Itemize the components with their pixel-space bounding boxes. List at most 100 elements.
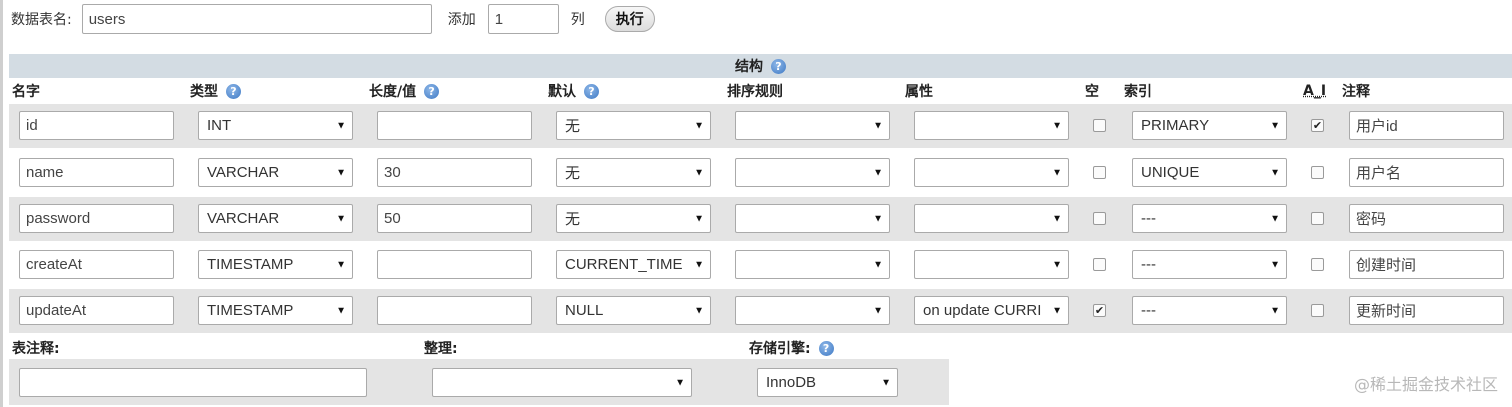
row-index-select[interactable]: UNIQUE ▼ [1132, 158, 1287, 187]
row-default-value: NULL [565, 302, 604, 319]
row-comment-input[interactable]: 用户id [1349, 111, 1504, 140]
row-comment-input[interactable]: 更新时间 [1349, 296, 1504, 325]
row-comment-input[interactable]: 密码 [1349, 204, 1504, 233]
row-index-select[interactable]: --- ▼ [1132, 296, 1287, 325]
row-comment-input[interactable]: 用户名 [1349, 158, 1504, 187]
row-type-value: INT [207, 117, 232, 134]
row-length-input[interactable]: 30 [377, 158, 532, 187]
row-length-input[interactable]: 50 [377, 204, 532, 233]
row-name-input[interactable]: password [19, 204, 174, 233]
chevron-down-icon: ▼ [336, 167, 346, 178]
row-default-select[interactable]: 无 ▼ [556, 204, 711, 233]
chevron-down-icon: ▼ [1052, 167, 1062, 178]
row-length-input[interactable] [377, 250, 532, 279]
row-default-cell: 无 ▼ [556, 204, 711, 233]
row-attributes-select[interactable]: ▼ [914, 204, 1069, 233]
row-default-select[interactable]: 无 ▼ [556, 111, 711, 140]
chevron-down-icon: ▼ [873, 120, 883, 131]
row-ai-checkbox[interactable]: ✔ [1311, 119, 1324, 132]
row-collation-select[interactable]: ▼ [735, 111, 890, 140]
row-ai-checkbox[interactable] [1311, 212, 1324, 225]
row-index-cell: UNIQUE ▼ [1132, 158, 1287, 187]
chevron-down-icon: ▼ [336, 213, 346, 224]
row-ai-checkbox[interactable] [1311, 166, 1324, 179]
row-name-cell: name [19, 158, 174, 187]
row-collation-select[interactable]: ▼ [735, 204, 890, 233]
help-icon[interactable]: ? [818, 340, 834, 356]
row-default-cell: 无 ▼ [556, 111, 711, 140]
storage-engine-header: 存储引擎: ? [749, 338, 834, 358]
chevron-down-icon: ▼ [336, 259, 346, 270]
row-collation-cell: ▼ [735, 204, 890, 233]
column-header-attributes: 属性 [905, 80, 933, 102]
row-collation-cell: ▼ [735, 250, 890, 279]
row-attributes-select[interactable]: ▼ [914, 250, 1069, 279]
row-attributes-value: on update CURRI [923, 302, 1042, 319]
row-collation-select[interactable]: ▼ [735, 158, 890, 187]
row-attributes-select[interactable]: on update CURRI ▼ [914, 296, 1069, 325]
chevron-down-icon: ▼ [1270, 259, 1280, 270]
help-icon[interactable]: ? [424, 83, 440, 99]
structure-title: 结构 [735, 59, 763, 75]
row-null-checkbox[interactable] [1093, 119, 1106, 132]
row-default-select[interactable]: 无 ▼ [556, 158, 711, 187]
row-index-select[interactable]: PRIMARY ▼ [1132, 111, 1287, 140]
row-comment-input[interactable]: 创建时间 [1349, 250, 1504, 279]
chevron-down-icon: ▼ [1052, 259, 1062, 270]
add-columns-count-input[interactable]: 1 [487, 4, 559, 34]
row-index-cell: PRIMARY ▼ [1132, 111, 1287, 140]
row-length-cell: 50 [377, 204, 532, 233]
row-attributes-select[interactable]: ▼ [914, 111, 1069, 140]
row-index-value: UNIQUE [1141, 164, 1200, 181]
row-type-cell: TIMESTAMP ▼ [198, 250, 353, 279]
page-left-border [0, 0, 3, 407]
row-null-checkbox[interactable] [1093, 258, 1106, 271]
row-null-checkbox[interactable] [1093, 166, 1106, 179]
row-name-input[interactable]: id [19, 111, 174, 140]
row-default-select[interactable]: CURRENT_TIME ▼ [556, 250, 711, 279]
row-index-value: --- [1141, 210, 1156, 227]
row-type-select[interactable]: TIMESTAMP ▼ [198, 296, 353, 325]
row-comment-cell: 创建时间 [1349, 250, 1504, 279]
row-name-cell: updateAt [19, 296, 174, 325]
table-name-toolbar: 数据表名: users 添加 1 列 执行 [11, 3, 655, 35]
row-ai-checkbox[interactable] [1311, 304, 1324, 317]
row-type-select[interactable]: INT ▼ [198, 111, 353, 140]
row-name-input[interactable]: name [19, 158, 174, 187]
row-type-cell: TIMESTAMP ▼ [198, 296, 353, 325]
row-name-input[interactable]: createAt [19, 250, 174, 279]
row-null-checkbox[interactable]: ✔ [1093, 304, 1106, 317]
row-type-select[interactable]: VARCHAR ▼ [198, 158, 353, 187]
table-name-label: 数据表名: [11, 12, 72, 28]
row-name-input[interactable]: updateAt [19, 296, 174, 325]
row-ai-checkbox[interactable] [1311, 258, 1324, 271]
row-index-select[interactable]: --- ▼ [1132, 204, 1287, 233]
row-length-input[interactable] [377, 296, 532, 325]
storage-engine-select[interactable]: InnoDB ▼ [757, 368, 898, 397]
row-type-select[interactable]: TIMESTAMP ▼ [198, 250, 353, 279]
chevron-down-icon: ▼ [881, 377, 891, 388]
row-collation-select[interactable]: ▼ [735, 250, 890, 279]
row-default-value: CURRENT_TIME [565, 256, 683, 273]
help-icon[interactable]: ? [771, 58, 786, 74]
help-icon[interactable]: ? [226, 83, 241, 99]
row-collation-cell: ▼ [735, 158, 890, 187]
row-index-value: --- [1141, 256, 1156, 273]
row-length-input[interactable] [377, 111, 532, 140]
row-default-select[interactable]: NULL ▼ [556, 296, 711, 325]
row-attributes-select[interactable]: ▼ [914, 158, 1069, 187]
row-type-value: TIMESTAMP [207, 256, 294, 273]
chevron-down-icon: ▼ [873, 213, 883, 224]
row-collation-select[interactable]: ▼ [735, 296, 890, 325]
table-comment-input[interactable] [19, 368, 367, 397]
help-icon[interactable]: ? [584, 83, 599, 99]
row-index-cell: --- ▼ [1132, 250, 1287, 279]
row-name-cell: password [19, 204, 174, 233]
row-index-select[interactable]: --- ▼ [1132, 250, 1287, 279]
row-type-select[interactable]: VARCHAR ▼ [198, 204, 353, 233]
execute-button[interactable]: 执行 [604, 6, 655, 32]
column-header-collation: 排序规则 [727, 80, 783, 102]
table-collation-select[interactable]: ▼ [432, 368, 692, 397]
table-name-input[interactable]: users [81, 4, 432, 34]
row-null-checkbox[interactable] [1093, 212, 1106, 225]
